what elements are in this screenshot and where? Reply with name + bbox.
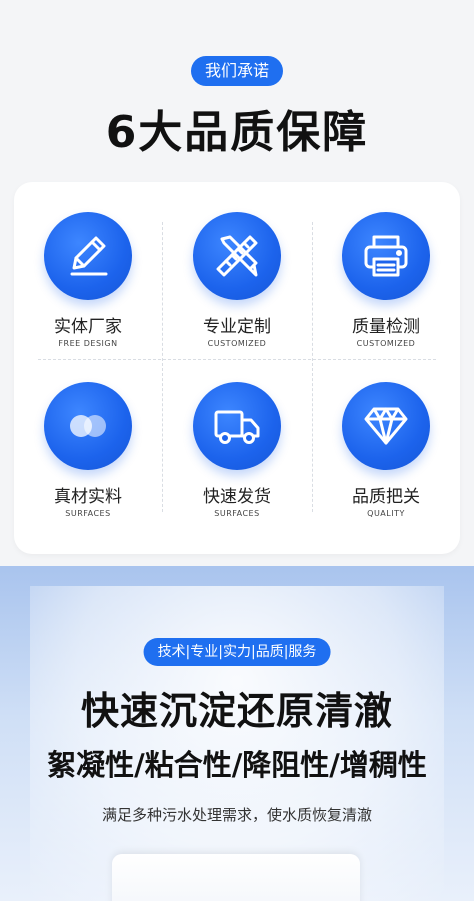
diamond-icon (364, 407, 408, 445)
feature-title: 快速发货 (203, 487, 271, 507)
circles-icon (70, 415, 106, 437)
icon-circle (44, 212, 132, 300)
divider (38, 359, 436, 360)
description: 满足多种污水处理需求，使水质恢复清澈 (101, 806, 372, 824)
pencil-icon (70, 236, 108, 276)
tags-badge: 技术|专业|实力|品质|服务 (143, 638, 331, 666)
promise-badge: 我们承诺 (190, 56, 284, 86)
feature-custom: 专业定制 CUSTOMIZED (163, 212, 311, 348)
feature-factory: 实体厂家 FREE DESIGN (14, 212, 162, 348)
quality-section: 我们承诺 6大品质保障 实体厂家 FREE DESIGN 专业定制 CUSTOM… (0, 0, 474, 566)
truck-icon (214, 410, 260, 444)
feature-inspection: 质量检测 CUSTOMIZED (312, 212, 460, 348)
feature-subtitle: CUSTOMIZED (356, 339, 416, 348)
product-section: 技术|专业|实力|品质|服务 快速沉淀还原清澈 絮凝性/粘合性/降阻性/增稠性 … (0, 566, 474, 901)
feature-title: 质量检测 (352, 317, 420, 337)
icon-circle (342, 382, 430, 470)
product-image (112, 854, 360, 901)
printer-icon (364, 235, 408, 277)
feature-title: 实体厂家 (54, 317, 122, 337)
feature-quality: 品质把关 QUALITY (312, 382, 460, 518)
icon-circle (342, 212, 430, 300)
page-title: 6大品质保障 (105, 107, 369, 158)
features-card: 实体厂家 FREE DESIGN 专业定制 CUSTOMIZED 质量检测 CU… (14, 182, 460, 554)
icon-circle (193, 212, 281, 300)
feature-subtitle: FREE DESIGN (58, 339, 118, 348)
ruler-pencil-icon (216, 235, 258, 277)
feature-subtitle: SURFACES (65, 509, 111, 518)
feature-subtitle: SURFACES (214, 509, 260, 518)
subheadline: 絮凝性/粘合性/降阻性/增稠性 (47, 748, 427, 782)
feature-title: 品质把关 (352, 487, 420, 507)
feature-subtitle: QUALITY (367, 509, 405, 518)
icon-circle (193, 382, 281, 470)
feature-material: 真材实料 SURFACES (14, 382, 162, 518)
feature-subtitle: CUSTOMIZED (207, 339, 267, 348)
feature-title: 专业定制 (203, 317, 271, 337)
headline: 快速沉淀还原清澈 (80, 689, 393, 733)
feature-shipping: 快速发货 SURFACES (163, 382, 311, 518)
icon-circle (44, 382, 132, 470)
feature-title: 真材实料 (54, 487, 122, 507)
